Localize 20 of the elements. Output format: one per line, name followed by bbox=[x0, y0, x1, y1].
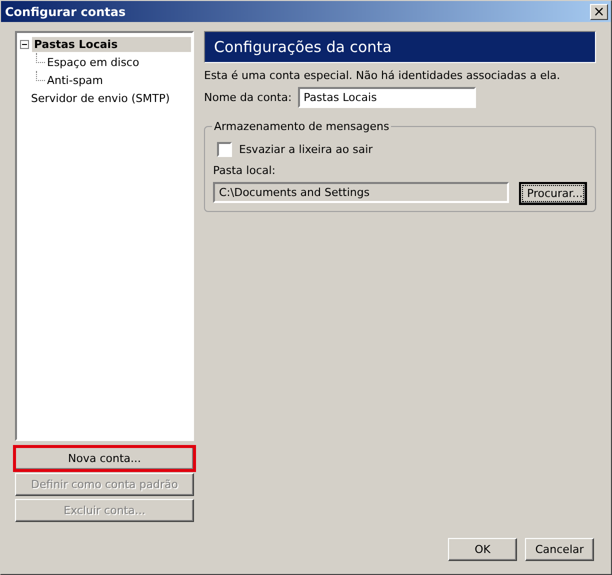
tree-item[interactable]: Espaço em disco bbox=[45, 54, 142, 70]
collapse-icon[interactable] bbox=[20, 40, 29, 48]
account-button[interactable]: Nova conta... bbox=[15, 447, 194, 470]
cancel-button[interactable]: Cancelar bbox=[525, 538, 594, 561]
tree-item[interactable]: Anti-spam bbox=[45, 72, 106, 88]
info-text: Esta é uma conta especial. Não há identidades associadas a ela. bbox=[204, 69, 562, 82]
panel-heading: Configurações da conta bbox=[204, 31, 596, 63]
checkbox[interactable] bbox=[217, 142, 232, 157]
ok-button[interactable]: OK bbox=[448, 538, 517, 561]
field-label: Nome da conta: bbox=[204, 91, 292, 104]
window-title: Configurar contas bbox=[5, 4, 126, 18]
close-button[interactable]: × bbox=[590, 4, 608, 20]
group-legend: Armazenamento de mensagens bbox=[212, 120, 392, 133]
folder-path-field[interactable]: C:\Documents and Settings bbox=[213, 182, 509, 203]
tree-item[interactable]: Servidor de envio (SMTP) bbox=[29, 90, 172, 106]
account-name-field[interactable]: Pastas Locais bbox=[298, 87, 476, 108]
checkbox-label[interactable]: Esvaziar a lixeira ao sair bbox=[239, 143, 373, 156]
tree-item[interactable]: Pastas Locais bbox=[32, 36, 191, 52]
field-label: Pasta local: bbox=[213, 164, 276, 177]
browse-button[interactable]: Procurar... bbox=[519, 182, 587, 205]
